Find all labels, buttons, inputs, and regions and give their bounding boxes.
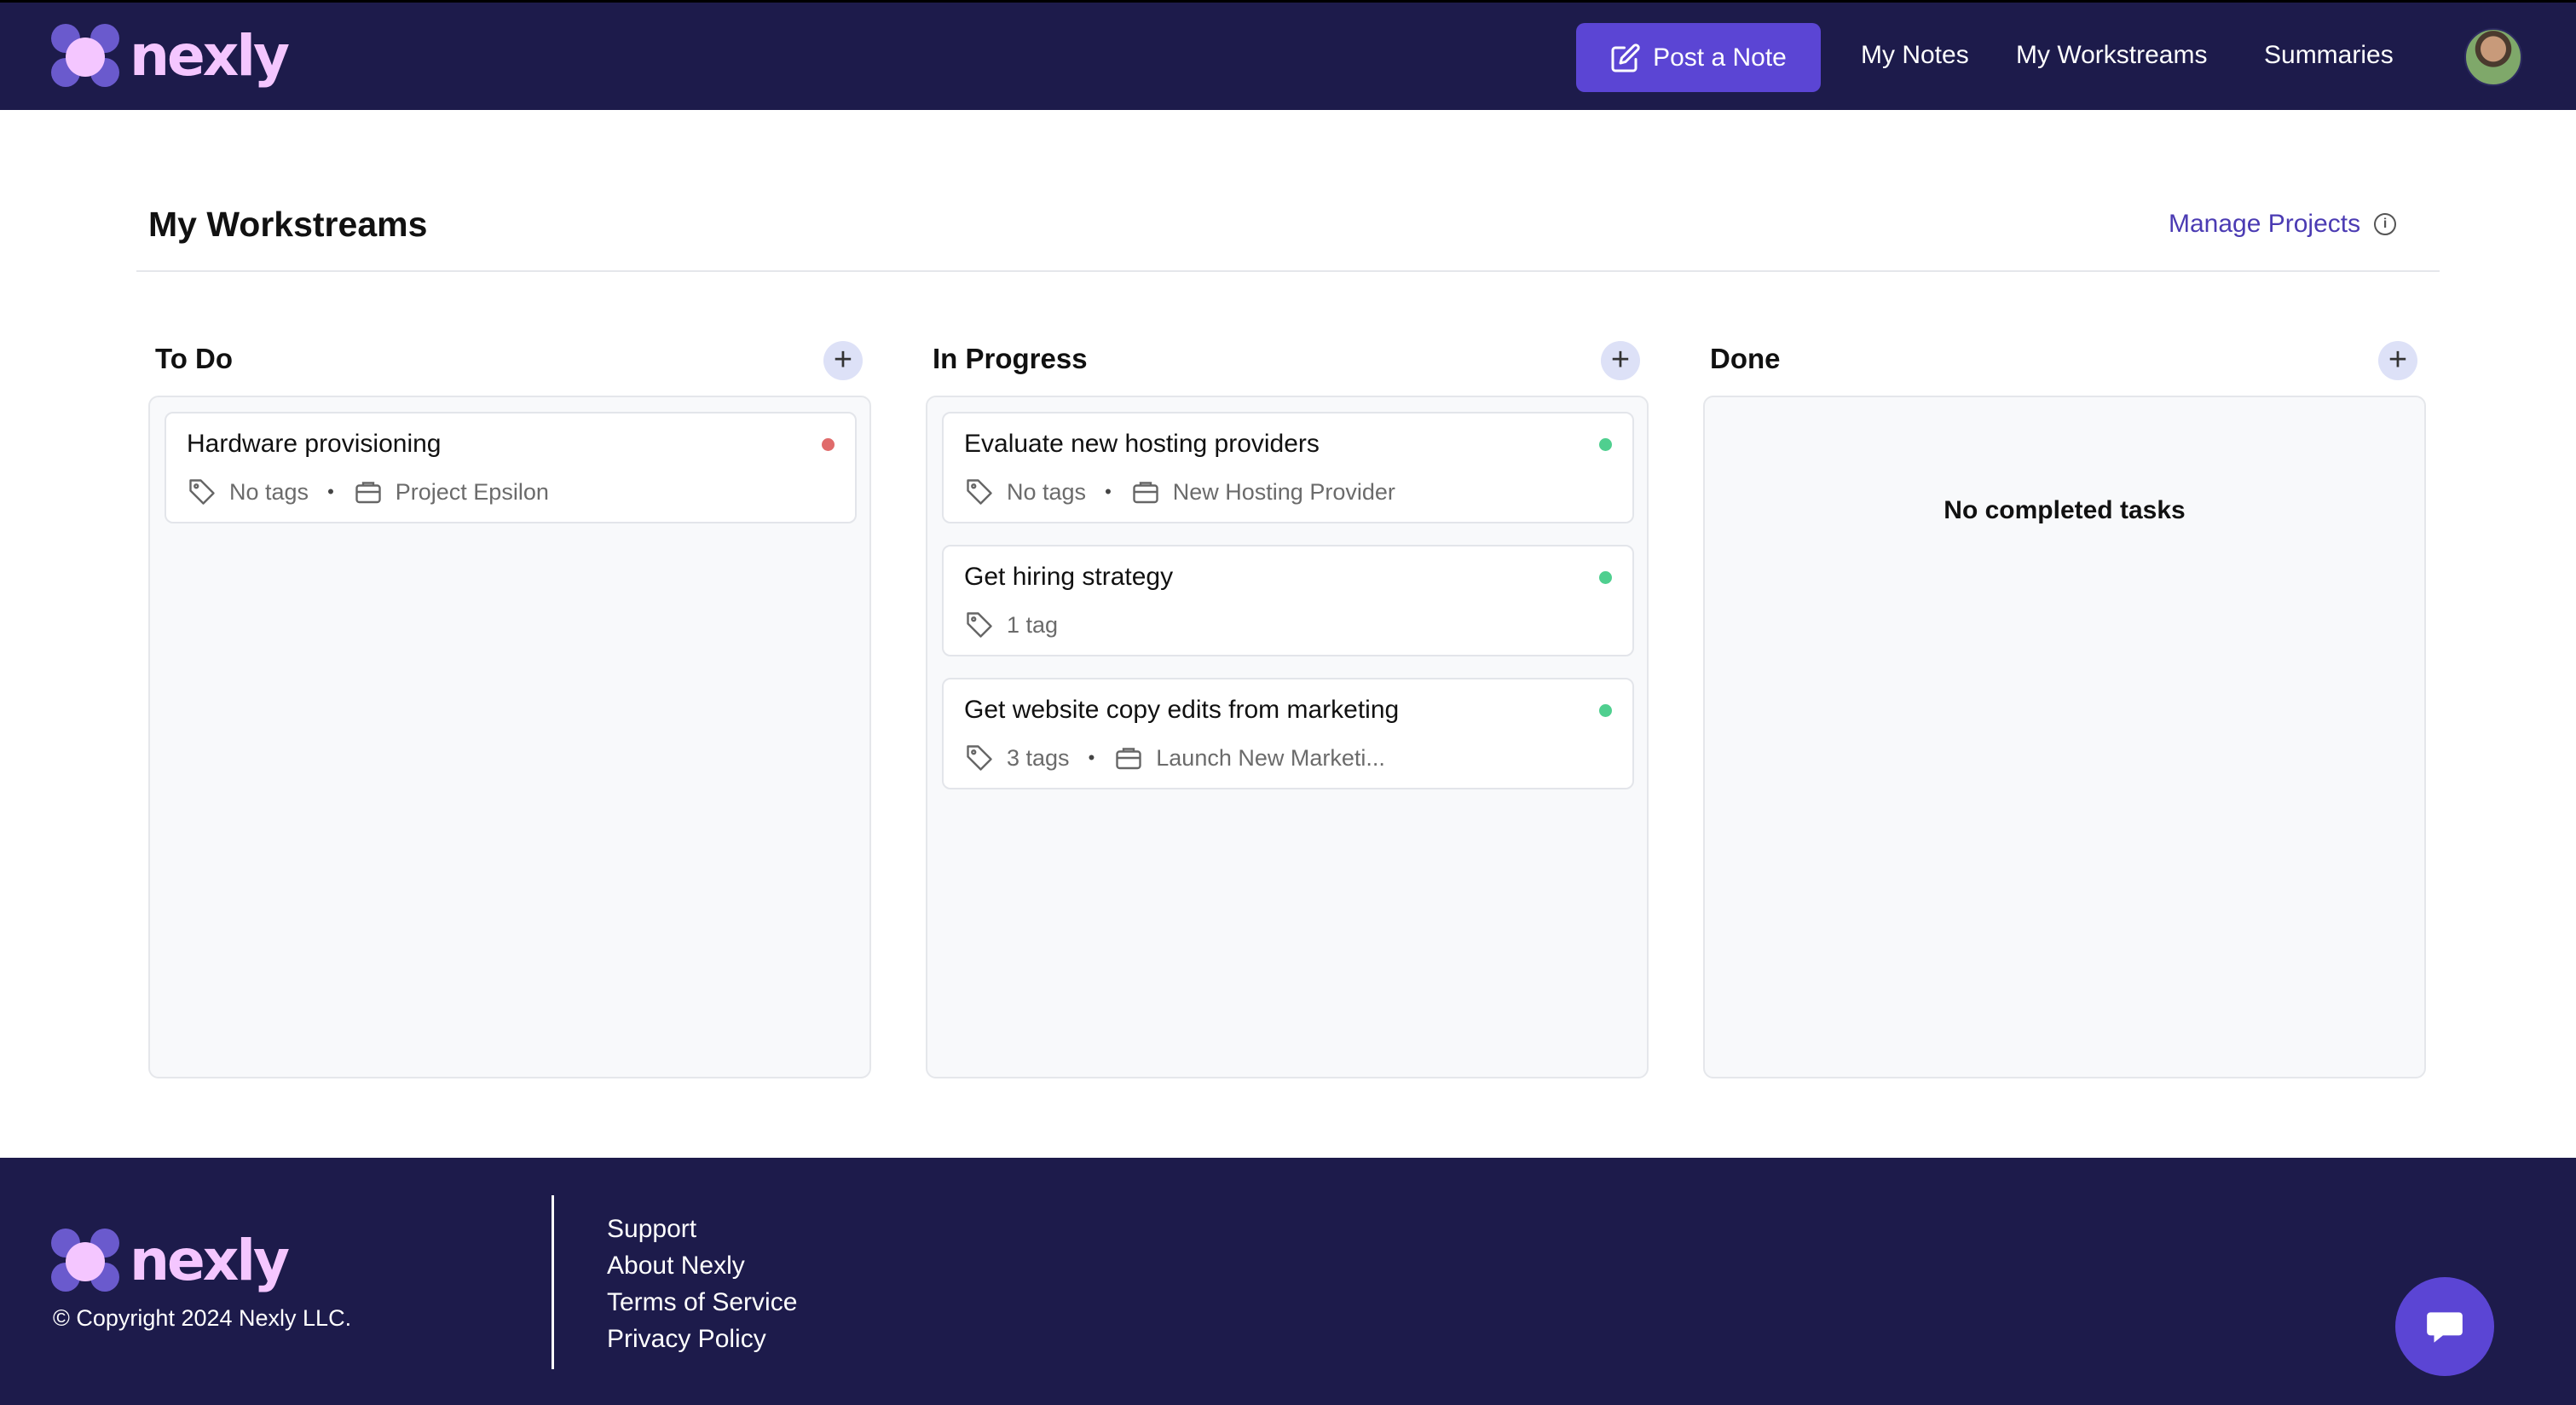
- top-navbar: nexly Post a Note My Notes My Workstream…: [0, 3, 2576, 110]
- info-icon[interactable]: i: [2374, 213, 2397, 235]
- chat-bubble-icon: [2427, 1312, 2463, 1343]
- footer-link-privacy[interactable]: Privacy Policy: [607, 1321, 797, 1357]
- nav-my-notes[interactable]: My Notes: [1861, 41, 1969, 70]
- user-avatar[interactable]: [2464, 28, 2522, 86]
- task-title: Get website copy edits from marketing: [964, 696, 1400, 724]
- task-card[interactable]: Hardware provisioning No tags • Project …: [165, 412, 857, 523]
- meta-separator: •: [327, 481, 334, 502]
- meta-separator: •: [1088, 747, 1095, 768]
- add-done-button[interactable]: +: [2378, 341, 2417, 380]
- status-dot: [1599, 571, 1612, 584]
- tag-icon: [967, 479, 992, 505]
- tag-icon: [189, 479, 215, 505]
- task-title: Get hiring strategy: [964, 563, 1174, 591]
- footer-link-about[interactable]: About Nexly: [607, 1247, 797, 1284]
- task-card[interactable]: Get hiring strategy 1 tag: [942, 545, 1634, 656]
- manage-projects-link[interactable]: Manage Projects i: [2169, 210, 2397, 239]
- header-logo[interactable]: nexly: [51, 23, 290, 89]
- task-card[interactable]: Get website copy edits from marketing 3 …: [942, 678, 1634, 789]
- footer: nexly © Copyright 2024 Nexly LLC. Suppor…: [0, 1158, 2576, 1405]
- task-project: Project Epsilon: [395, 478, 549, 505]
- task-meta: No tags • Project Epsilon: [187, 477, 549, 507]
- plus-icon: +: [2388, 342, 2408, 378]
- task-project: New Hosting Provider: [1172, 478, 1395, 505]
- briefcase-icon: [1133, 482, 1158, 504]
- column-in-progress-title: In Progress: [933, 343, 1088, 374]
- logo-wordmark: nexly: [130, 23, 290, 89]
- footer-link-support[interactable]: Support: [607, 1211, 797, 1247]
- task-card[interactable]: Evaluate new hosting providers No tags •…: [942, 412, 1634, 523]
- status-dot: [822, 438, 835, 451]
- nav-my-workstreams[interactable]: My Workstreams: [2016, 41, 2207, 70]
- tag-icon: [967, 612, 992, 638]
- plus-icon: +: [833, 342, 853, 378]
- empty-state-message: No completed tasks: [1944, 496, 2186, 524]
- task-tags: 1 tag: [1007, 611, 1059, 638]
- task-project: Launch New Marketi...: [1156, 744, 1385, 771]
- post-note-label: Post a Note: [1653, 43, 1787, 72]
- plus-icon: +: [1610, 342, 1631, 378]
- nexly-logo-icon: [51, 1228, 123, 1293]
- task-meta: 1 tag: [964, 610, 1058, 640]
- manage-projects-label: Manage Projects: [2169, 210, 2361, 238]
- status-dot: [1599, 704, 1612, 717]
- task-tags: No tags: [1007, 478, 1087, 505]
- chat-button[interactable]: [2395, 1277, 2494, 1376]
- meta-separator: •: [1105, 481, 1112, 502]
- tag-icon: [967, 745, 992, 771]
- column-todo: Hardware provisioning No tags • Project …: [148, 396, 871, 1078]
- footer-link-terms[interactable]: Terms of Service: [607, 1284, 797, 1321]
- nexly-logo-icon: [51, 23, 123, 89]
- column-done-title: Done: [1710, 343, 1781, 374]
- task-title: Evaluate new hosting providers: [964, 430, 1320, 458]
- footer-links: Support About Nexly Terms of Service Pri…: [607, 1211, 797, 1357]
- title-divider: [136, 270, 2440, 272]
- copyright-text: © Copyright 2024 Nexly LLC.: [53, 1305, 352, 1331]
- footer-divider: [552, 1195, 554, 1369]
- edit-icon: [1611, 43, 1640, 72]
- logo-wordmark: nexly: [130, 1228, 290, 1293]
- briefcase-icon: [1116, 748, 1141, 770]
- page-title: My Workstreams: [148, 205, 428, 244]
- post-note-button[interactable]: Post a Note: [1576, 23, 1821, 92]
- add-todo-button[interactable]: +: [823, 341, 863, 380]
- column-todo-title: To Do: [155, 343, 234, 374]
- task-meta: No tags • New Hosting Provider: [964, 477, 1395, 507]
- briefcase-icon: [355, 482, 381, 504]
- column-done: No completed tasks: [1703, 396, 2426, 1078]
- task-tags: No tags: [229, 478, 309, 505]
- nav-summaries[interactable]: Summaries: [2264, 41, 2394, 70]
- task-tags: 3 tags: [1007, 744, 1070, 771]
- footer-logo[interactable]: nexly: [51, 1228, 290, 1293]
- task-title: Hardware provisioning: [187, 430, 442, 458]
- task-meta: 3 tags • Launch New Marketi...: [964, 743, 1385, 773]
- column-in-progress: Evaluate new hosting providers No tags •…: [926, 396, 1649, 1078]
- status-dot: [1599, 438, 1612, 451]
- add-in-progress-button[interactable]: +: [1601, 341, 1640, 380]
